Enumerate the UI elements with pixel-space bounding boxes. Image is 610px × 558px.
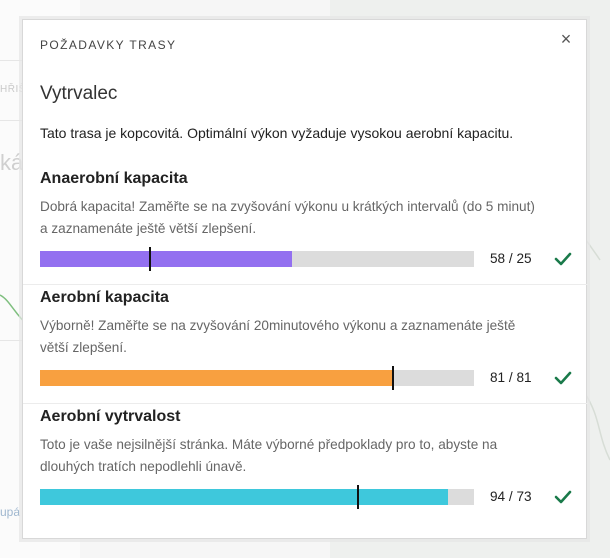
progress-track — [40, 485, 474, 509]
check-icon — [554, 252, 572, 266]
target-marker — [392, 366, 394, 390]
check-icon — [554, 371, 572, 385]
progress-fill — [40, 251, 292, 267]
requirement-description: Toto je vaše nejsilnější stránka. Máte v… — [40, 437, 498, 474]
requirement-anaerobic-capacity: Anaerobní kapacita Dobrá kapacita! Zaměř… — [40, 170, 572, 271]
progress-track — [40, 366, 474, 390]
progress-bar-row: 94 / 73 — [40, 485, 572, 509]
progress-bar-row: 58 / 25 — [40, 247, 572, 271]
progress-fill — [40, 370, 392, 386]
requirement-description: Dobrá kapacita! Zaměřte se na zvyšování … — [40, 199, 535, 236]
close-button[interactable]: × — [557, 30, 575, 48]
route-requirements-modal: POŽADAVKY TRASY × Vytrvalec Tato trasa j… — [22, 19, 588, 539]
modal-title: POŽADAVKY TRASY — [40, 38, 177, 52]
requirement-aerobic-capacity: Aerobní kapacita Výborně! Zaměřte se na … — [40, 289, 572, 390]
progress-value: 94 / 73 — [490, 489, 532, 504]
requirement-title: Aerobní kapacita — [40, 289, 169, 306]
progress-track — [40, 247, 474, 271]
check-icon — [554, 490, 572, 504]
progress-bar-row: 81 / 81 — [40, 366, 572, 390]
section-divider — [23, 403, 588, 404]
progress-value: 58 / 25 — [490, 251, 532, 266]
requirement-title: Aerobní vytrvalost — [40, 408, 181, 425]
rider-profile-title: Vytrvalec — [40, 83, 118, 104]
requirement-aerobic-endurance: Aerobní vytrvalost Toto je vaše nejsilně… — [40, 408, 572, 509]
progress-value: 81 / 81 — [490, 370, 532, 385]
background-heading: ká — [0, 150, 24, 175]
target-marker — [149, 247, 151, 271]
section-divider — [23, 284, 588, 285]
target-marker — [357, 485, 359, 509]
requirement-title: Anaerobní kapacita — [40, 170, 188, 187]
close-icon: × — [560, 29, 572, 49]
background-link: upá — [0, 505, 21, 519]
requirement-description: Výborně! Zaměřte se na zvyšování 20minut… — [40, 318, 516, 355]
rider-profile-description: Tato trasa je kopcovitá. Optimální výkon… — [40, 125, 514, 141]
progress-fill — [40, 489, 448, 505]
